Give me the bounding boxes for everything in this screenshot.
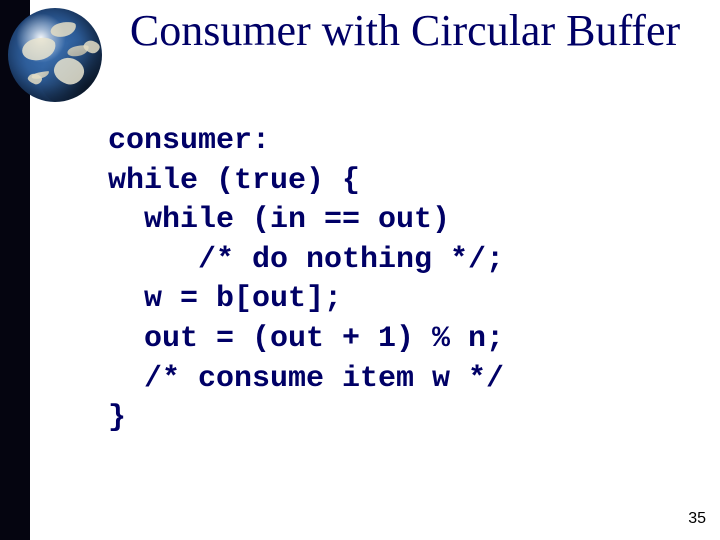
earth-icon: [8, 8, 102, 102]
code-line: /* consume item w */: [108, 362, 504, 396]
earth-shadow: [38, 38, 102, 102]
code-line: }: [108, 401, 126, 435]
code-line: consumer:: [108, 124, 270, 158]
code-block: consumer: while (true) { while (in == ou…: [108, 122, 690, 439]
code-line: out = (out + 1) % n;: [108, 322, 504, 356]
code-line: while (in == out): [108, 203, 450, 237]
slide: Consumer with Circular Buffer consumer: …: [0, 0, 720, 540]
code-line: w = b[out];: [108, 282, 342, 316]
code-line: while (true) {: [108, 164, 360, 198]
slide-title: Consumer with Circular Buffer: [110, 6, 700, 55]
code-line: /* do nothing */;: [108, 243, 504, 277]
page-number: 35: [688, 510, 706, 528]
